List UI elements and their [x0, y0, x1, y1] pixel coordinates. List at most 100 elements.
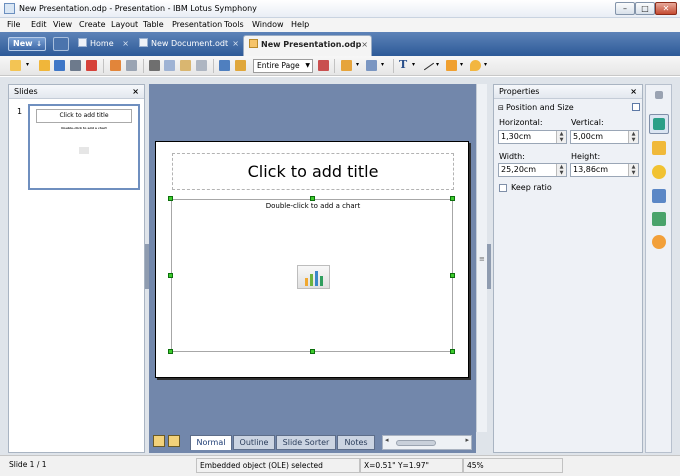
menu-layout[interactable]: Layout — [111, 20, 138, 29]
tab-normal[interactable]: Normal — [190, 435, 232, 450]
tab-new-document[interactable]: New Document.odt × — [134, 35, 242, 56]
resize-handle-bottom-right[interactable] — [450, 349, 455, 354]
editor-horizontal-scrollbar[interactable]: ◂ ▸ — [382, 435, 472, 450]
star-icon[interactable] — [652, 165, 666, 179]
horizontal-spin-buttons[interactable]: ▲ ▼ — [556, 131, 566, 143]
navigator-icon[interactable] — [652, 189, 666, 203]
tab-new-presentation-close-icon[interactable]: × — [361, 36, 368, 54]
section-options-icon[interactable] — [632, 103, 640, 111]
align-icon[interactable] — [366, 60, 377, 71]
compass-icon[interactable] — [652, 235, 666, 249]
scroll-thumb[interactable] — [396, 440, 436, 446]
menu-help[interactable]: Help — [291, 20, 309, 29]
tab-notes[interactable]: Notes — [337, 435, 375, 450]
save-icon[interactable] — [54, 60, 65, 71]
callout-dropdown-icon[interactable]: ▾ — [484, 61, 491, 72]
horizontal-field[interactable]: 1,30cm ▲ ▼ — [498, 130, 567, 144]
vertical-field[interactable]: 5,00cm ▲ ▼ — [570, 130, 639, 144]
scroll-right-icon[interactable]: ▸ — [465, 436, 469, 444]
table-icon[interactable] — [219, 60, 230, 71]
resize-handle-top-left[interactable] — [168, 196, 173, 201]
width-field[interactable]: 25,20cm ▲ ▼ — [498, 163, 567, 177]
section-collapse-icon[interactable]: ⊟ — [498, 103, 506, 114]
scroll-left-icon[interactable]: ◂ — [385, 436, 389, 444]
redo-icon[interactable] — [126, 60, 137, 71]
resize-handle-bottom-left[interactable] — [168, 349, 173, 354]
print-icon[interactable] — [70, 60, 81, 71]
line-icon[interactable] — [423, 62, 435, 71]
properties-panel-close-icon[interactable]: × — [630, 85, 637, 98]
paste-icon[interactable] — [180, 60, 191, 71]
menu-create[interactable]: Create — [79, 20, 106, 29]
title-placeholder[interactable]: Click to add title — [172, 153, 454, 190]
tab-slide-sorter[interactable]: Slide Sorter — [276, 435, 336, 450]
width-spin-buttons[interactable]: ▲ ▼ — [556, 164, 566, 176]
callout-icon[interactable] — [470, 60, 481, 71]
keep-ratio-label: Keep ratio — [511, 183, 552, 192]
tab-new-document-close-icon[interactable]: × — [232, 35, 239, 53]
resize-handle-bottom[interactable] — [310, 349, 315, 354]
open-pages-icon[interactable] — [53, 37, 69, 51]
menu-file[interactable]: File — [7, 20, 20, 29]
zoom-select[interactable]: Entire Page ▼ — [253, 59, 313, 73]
shapes-dropdown-icon[interactable]: ▾ — [460, 61, 467, 72]
position-size-section-header[interactable]: ⊟ Position and Size — [498, 102, 640, 114]
slide-canvas[interactable]: Click to add title Double-click to add a… — [155, 141, 469, 378]
align-dropdown-icon[interactable]: ▾ — [381, 61, 388, 72]
cut-icon[interactable] — [149, 60, 160, 71]
line-dropdown-icon[interactable]: ▾ — [436, 61, 443, 72]
zoom-and-pan-icon[interactable] — [318, 60, 329, 71]
undo-icon[interactable] — [110, 60, 121, 71]
status-zoom[interactable]: 45% — [463, 458, 563, 473]
export-pdf-icon[interactable] — [86, 60, 97, 71]
slide-layout-icon[interactable] — [168, 435, 180, 447]
view-options-icon[interactable] — [153, 435, 165, 447]
menu-view[interactable]: View — [53, 20, 72, 29]
editor-vertical-scrollbar[interactable]: ≡ — [476, 84, 487, 432]
arrange-dropdown-icon[interactable]: ▾ — [356, 61, 363, 72]
tab-new-presentation[interactable]: New Presentation.odp × — [243, 35, 372, 56]
properties-icon[interactable] — [649, 114, 669, 134]
resize-handle-top[interactable] — [310, 196, 315, 201]
zoom-dropdown-icon[interactable]: ▼ — [305, 60, 310, 72]
tab-outline[interactable]: Outline — [233, 435, 275, 450]
open-icon[interactable] — [39, 60, 50, 71]
new-slide-dropdown-icon[interactable]: ▾ — [26, 61, 33, 72]
text-dropdown-icon[interactable]: ▾ — [412, 61, 419, 72]
new-button[interactable]: New ↓ — [8, 37, 46, 51]
resize-handle-right[interactable] — [450, 273, 455, 278]
menu-presentation[interactable]: Presentation — [172, 20, 222, 29]
status-position: X=0.51" Y=1.97" — [360, 458, 463, 473]
new-dropdown-icon[interactable]: ↓ — [36, 38, 42, 50]
copy-icon[interactable] — [164, 60, 175, 71]
menu-window[interactable]: Window — [252, 20, 284, 29]
resize-handle-left[interactable] — [168, 273, 173, 278]
gallery-icon[interactable] — [235, 60, 246, 71]
tab-home-close-icon[interactable]: × — [122, 35, 129, 53]
menu-edit[interactable]: Edit — [31, 20, 47, 29]
tab-home[interactable]: Home × — [73, 35, 132, 56]
new-slide-icon[interactable] — [10, 60, 21, 71]
chart-icon[interactable] — [652, 141, 666, 155]
chart-object[interactable]: Double-click to add a chart — [168, 196, 455, 354]
close-button[interactable]: ✕ — [655, 2, 677, 15]
slide-thumbnail[interactable]: Click to add title Double-click to add a… — [28, 104, 140, 190]
styles-icon[interactable] — [652, 212, 666, 226]
clone-formatting-icon[interactable] — [196, 60, 207, 71]
height-spin-buttons[interactable]: ▲ ▼ — [628, 164, 638, 176]
keep-ratio-checkbox[interactable] — [499, 184, 507, 192]
slides-panel-close-icon[interactable]: × — [132, 85, 139, 98]
right-panel-splitter[interactable] — [487, 244, 491, 289]
pin-icon[interactable] — [655, 91, 663, 99]
text-icon[interactable]: T — [399, 58, 410, 71]
menu-tools[interactable]: Tools — [224, 20, 244, 29]
minimize-button[interactable]: – — [615, 2, 635, 15]
menu-table[interactable]: Table — [143, 20, 164, 29]
height-field[interactable]: 13,86cm ▲ ▼ — [570, 163, 639, 177]
chart-icon[interactable] — [297, 265, 330, 289]
arrange-icon[interactable] — [341, 60, 352, 71]
shapes-icon[interactable] — [446, 60, 457, 71]
resize-handle-top-right[interactable] — [450, 196, 455, 201]
vertical-spin-buttons[interactable]: ▲ ▼ — [628, 131, 638, 143]
maximize-button[interactable]: □ — [635, 2, 655, 15]
